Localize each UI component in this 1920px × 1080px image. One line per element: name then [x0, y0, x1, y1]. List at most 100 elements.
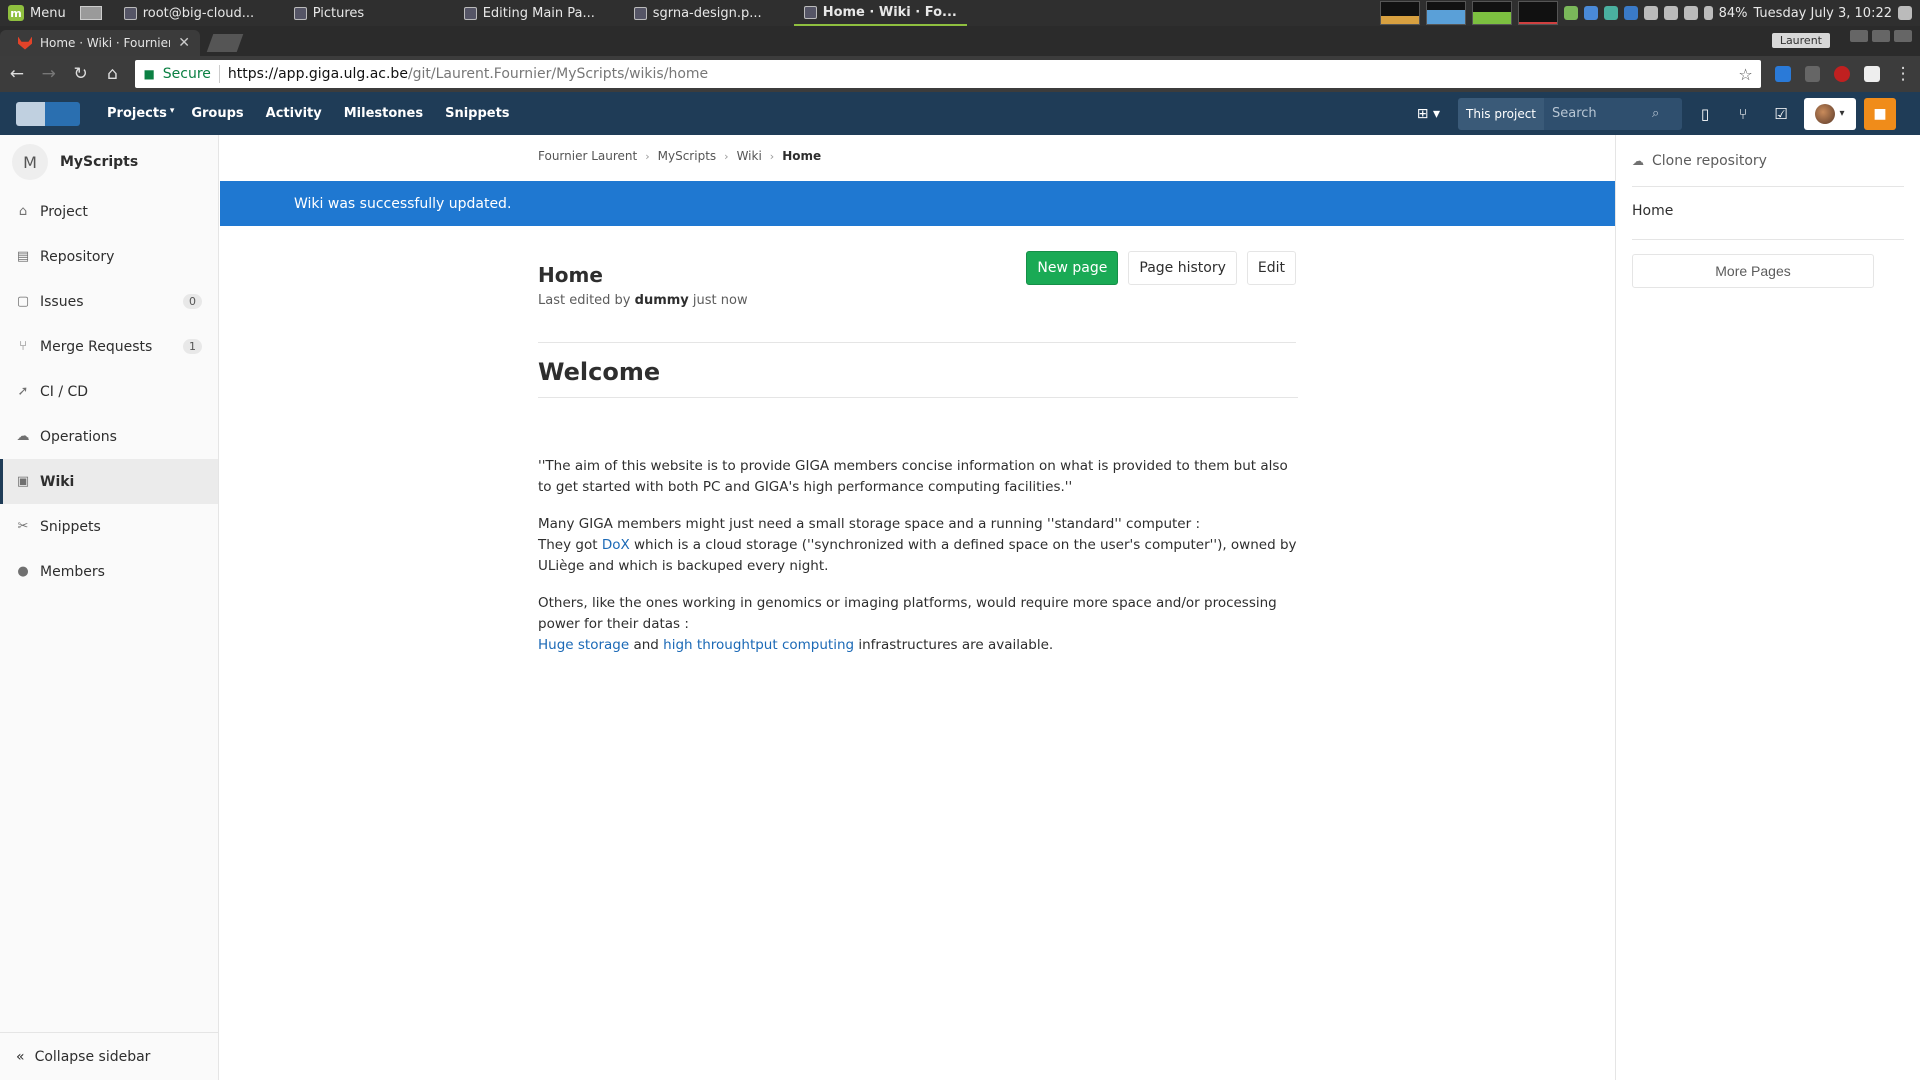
sidebar-item-merge-requests[interactable]: ⑂ Merge Requests 1: [0, 324, 218, 369]
wiki-page-header: Home Last edited by dummy just now New p…: [538, 251, 1296, 343]
user-status-icon[interactable]: [1663, 6, 1678, 20]
sidebar-item-operations[interactable]: ☁ Operations: [0, 414, 218, 459]
taskbar-task-pictures[interactable]: Pictures: [284, 0, 454, 26]
browser-tab-strip: Home · Wiki · Fournier L ✕ Laurent: [0, 26, 1920, 56]
browser-profile-chip[interactable]: Laurent: [1771, 33, 1830, 48]
rocket-icon: ➚: [17, 384, 29, 399]
cloud-gear-icon: ☁: [16, 429, 30, 444]
chrome-icon: [803, 5, 817, 19]
sidebar-item-snippets[interactable]: ✂ Snippets: [0, 504, 218, 549]
lock-badge-icon[interactable]: ■: [1864, 97, 1896, 130]
issues-count-badge: 0: [183, 294, 202, 309]
merge-request-icon[interactable]: ⑂: [1728, 105, 1758, 123]
collapse-sidebar-button[interactable]: « Collapse sidebar: [0, 1032, 218, 1080]
mail-extension-icon[interactable]: [1774, 66, 1791, 82]
project-name: MyScripts: [60, 154, 139, 170]
browser-tab-active[interactable]: Home · Wiki · Fournier L ✕: [0, 30, 200, 56]
huge-storage-link[interactable]: Huge storage: [538, 637, 629, 653]
secure-label: Secure: [162, 66, 211, 82]
search-input[interactable]: [1552, 106, 1652, 121]
start-menu-button[interactable]: m Menu: [0, 0, 74, 26]
breadcrumb-link-current[interactable]: Home: [782, 149, 821, 163]
maximize-window-icon[interactable]: [1872, 30, 1890, 42]
new-dropdown-plus-icon[interactable]: ⊞ ▾: [1407, 106, 1450, 122]
s-extension-icon[interactable]: [1864, 66, 1881, 82]
nav-milestones[interactable]: Milestones: [333, 106, 434, 121]
sidebar-item-wiki[interactable]: ▣ Wiki: [0, 459, 218, 504]
home-icon[interactable]: ⌂: [104, 64, 122, 84]
avatar: [1815, 103, 1836, 124]
reload-icon[interactable]: ↻: [72, 64, 90, 84]
sidebar-item-ci-cd[interactable]: ➚ CI / CD: [0, 369, 218, 414]
lock-icon[interactable]: ■: [143, 67, 154, 81]
sync-icon[interactable]: [1603, 6, 1618, 20]
sidebar-item-repository[interactable]: ▤ Repository: [0, 234, 218, 279]
new-tab-button[interactable]: [206, 34, 244, 52]
clipboard-icon[interactable]: [1643, 6, 1658, 20]
nav-snippets[interactable]: Snippets: [434, 106, 520, 121]
flash-message: Wiki was successfully updated.: [294, 195, 512, 212]
close-tab-icon[interactable]: ✕: [178, 35, 190, 51]
sidebar-item-members[interactable]: ● Members: [0, 549, 218, 594]
taskbar-task-sgrna[interactable]: sgrna-design.p...: [624, 0, 794, 26]
close-window-icon[interactable]: [1894, 30, 1912, 42]
ublock-extension-icon[interactable]: [1834, 66, 1851, 82]
terminal-icon: [123, 6, 137, 20]
more-pages-button[interactable]: More Pages: [1632, 254, 1874, 288]
wiki-text: infrastructures are available.: [858, 637, 1054, 653]
last-edited-user: dummy: [634, 293, 689, 308]
new-page-button[interactable]: New page: [1026, 251, 1119, 285]
bluetooth-icon[interactable]: [1583, 6, 1598, 20]
shield-icon[interactable]: [1563, 6, 1578, 20]
search-icon[interactable]: ⌕: [1652, 106, 1659, 121]
network-graph-icon: [1471, 1, 1512, 25]
uliege-logo[interactable]: [16, 101, 80, 126]
hpc-link[interactable]: high throughtput computing: [663, 637, 854, 653]
nav-activity[interactable]: Activity: [255, 106, 333, 121]
search-scope-chip[interactable]: This project: [1458, 97, 1544, 130]
wiki-text: which is a cloud storage (''synchronized…: [538, 537, 1297, 574]
breadcrumb-link-wiki[interactable]: Wiki: [737, 149, 762, 163]
intel-icon[interactable]: [1623, 6, 1638, 20]
todo-check-icon[interactable]: ☑: [1766, 105, 1796, 123]
browser-menu-icon[interactable]: ⋮: [1894, 64, 1912, 84]
dox-link[interactable]: DoX: [602, 537, 630, 553]
breadcrumb-link-project[interactable]: MyScripts: [658, 149, 717, 163]
page-history-button[interactable]: Page history: [1128, 251, 1237, 285]
forward-arrow-icon[interactable]: →: [40, 64, 58, 84]
wiki-right-sidebar: ☁ Clone repository Home More Pages: [1615, 135, 1920, 1080]
minimize-window-icon[interactable]: [1850, 30, 1868, 42]
sidebar-item-label: Issues: [40, 293, 84, 310]
document-icon: [633, 6, 647, 20]
bookmark-star-icon[interactable]: ☆: [1738, 65, 1752, 84]
battery-icon[interactable]: [1703, 6, 1713, 20]
sidebar-item-project[interactable]: ⌂ Project: [0, 189, 218, 234]
download-extension-icon[interactable]: [1804, 66, 1821, 82]
taskbar-task-editing[interactable]: Editing Main Pa...: [454, 0, 624, 26]
edit-button[interactable]: Edit: [1246, 251, 1296, 285]
clock[interactable]: Tuesday July 3, 10:22: [1753, 6, 1892, 21]
sidebar-project-header[interactable]: M MyScripts: [0, 135, 218, 189]
nav-projects[interactable]: Projects: [96, 106, 178, 121]
project-sidebar: M MyScripts ⌂ Project ▤ Repository ▢ Iss…: [0, 135, 219, 1080]
wiki-page-link-home[interactable]: Home: [1632, 203, 1673, 219]
mint-logo-icon: m: [8, 5, 24, 21]
flash-notice[interactable]: Wiki was successfully updated.: [220, 181, 1615, 226]
wiki-text: and: [633, 637, 659, 653]
last-edited-prefix: Last edited by: [538, 293, 631, 308]
nav-groups[interactable]: Groups: [180, 106, 254, 121]
sidebar-toggle-icon[interactable]: ▯: [1690, 105, 1720, 123]
taskbar-task-terminal[interactable]: root@big-cloud...: [114, 0, 284, 26]
sidebar-item-issues[interactable]: ▢ Issues 0: [0, 279, 218, 324]
user-menu-button[interactable]: ▾: [1804, 97, 1856, 130]
address-bar[interactable]: ■ Secure https://app.giga.ulg.ac.be/git/…: [135, 60, 1761, 88]
back-arrow-icon[interactable]: ←: [8, 64, 26, 84]
breadcrumb-link-user[interactable]: Fournier Laurent: [538, 149, 637, 163]
taskbar-task-wiki[interactable]: Home · Wiki · Fo...: [793, 0, 967, 26]
show-desktop-icon[interactable]: [79, 6, 102, 20]
chevron-down-icon: ▾: [169, 106, 175, 116]
wifi-icon[interactable]: [1683, 6, 1698, 20]
clone-repository-link[interactable]: ☁ Clone repository: [1632, 135, 1904, 187]
url-host: https://app.giga.ulg.ac.be: [227, 66, 408, 82]
volume-icon[interactable]: [1898, 6, 1912, 20]
